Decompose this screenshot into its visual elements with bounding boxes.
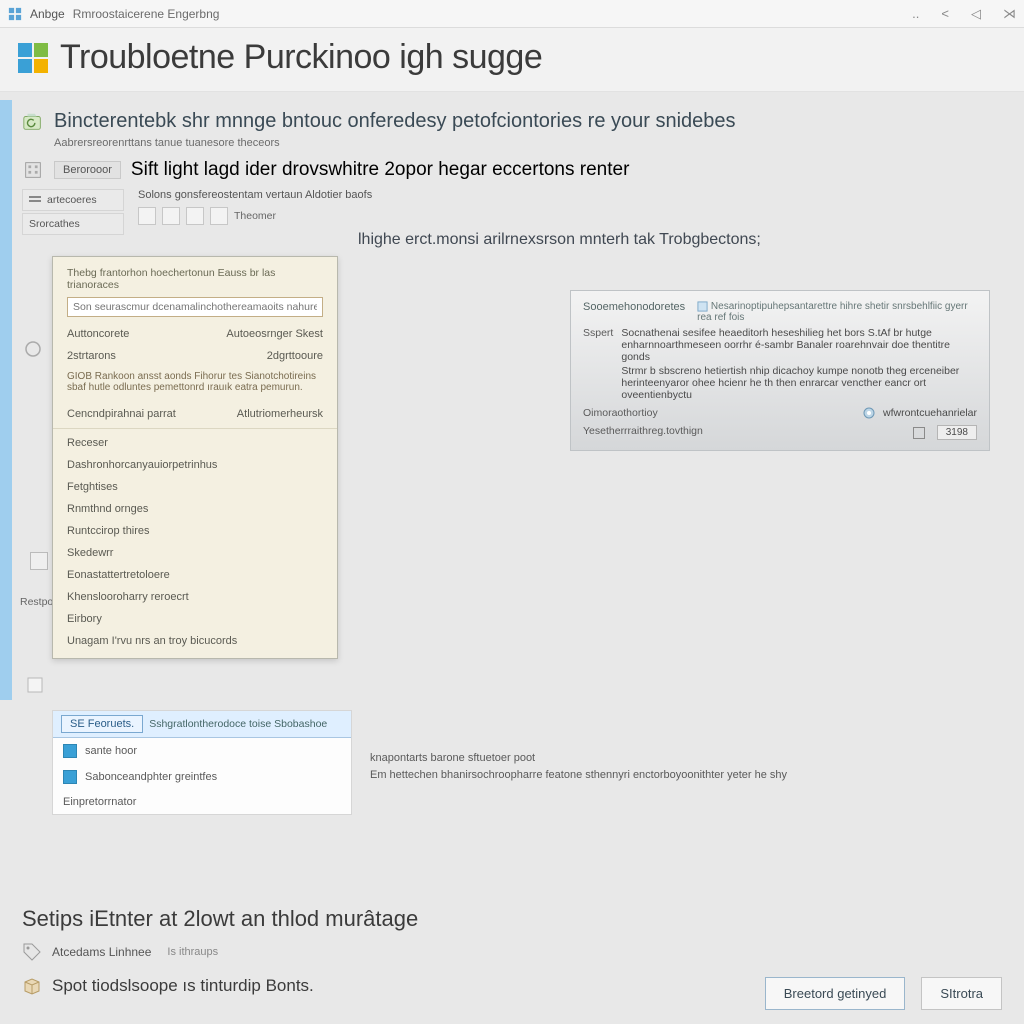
footer-row-2[interactable]: Sabonceandphter greintfes [53,764,351,790]
primary-action-button[interactable]: Breetord getinyed [765,977,906,1010]
app-icon [8,7,22,21]
dropdown-item-7[interactable]: Khenslooroharry reroecrt [53,586,337,608]
titlebar: Anbge Rmroostaicerene Engerbng .. < ◁ ⋊ [0,0,1024,28]
info-card-button[interactable]: 3198 [937,425,977,440]
bottom-section: Setips iEtnter at 2lowt an thlod murâtag… [22,906,1002,1010]
dropdown-row-0[interactable]: AuttoncoreteAutoeosrnger Skest [53,323,337,345]
info-card-desc2: Strmr b sbscreno hetiertish nhip dicacho… [621,365,977,401]
dropdown-panel: Thebg frantorhon hoechertonun Eauss br l… [52,256,338,659]
page-title: Troubloetne Purckinoo igh sugge [60,38,542,77]
dropdown-item-0[interactable]: Receser [53,432,337,454]
window-more-button[interactable]: .. [912,6,919,22]
dropdown-item-3[interactable]: Rnmthnd ornges [53,498,337,520]
footer-row-3[interactable]: Einpretorrnator [53,790,351,814]
side-label: Restpo [20,596,53,608]
dropdown-row-1[interactable]: 2strtarons2dgrttooure [53,345,337,367]
section2-title: Sift light lagd ider drovswhitre 2opor h… [131,159,629,181]
box-icon [22,976,42,996]
section1-subtitle: Aabrersreorenrttans tanue tuanesore thec… [54,137,1002,149]
body-line-1: knapontarts barone sftuetoer poot [370,750,787,767]
square-blue-icon [63,770,77,784]
secondary-action-button[interactable]: SItrotra [921,977,1002,1010]
side-icon-1[interactable] [30,552,48,570]
footer-right-text: Sshgratlontherodoce toise Sbobashoe [149,718,327,730]
doc-icon [697,301,708,312]
section2-badge[interactable]: Berorooor [54,161,121,179]
dropdown-row-2[interactable]: Cencndpirahnai parratAtlutriomerheursk [53,403,337,425]
dropdown-footer-panel: SE Feoruets. Sshgratlontherodoce toise S… [52,710,352,815]
building-icon [22,159,44,181]
bottom-row2-text: Spot tiodslsoope ıs tinturdip Bonts. [52,976,314,996]
page-header: Troubloetne Purckinoo igh sugge [0,28,1024,92]
window-nav-button[interactable]: ◁ [971,6,981,22]
mini-toolbar: Theomer [138,207,1002,225]
gear-icon [863,407,875,419]
toolbar-label: Theomer [234,210,276,222]
info-card-row2-label: Yesetherrraithreg.tovthign [583,425,703,440]
toolbar-btn-3[interactable] [186,207,204,225]
content-heading: lhighe erct.monsi arilrnexsrson mnterh t… [358,231,1002,249]
toolbar-btn-2[interactable] [162,207,180,225]
bottom-heading: Setips iEtnter at 2lowt an thlod murâtag… [22,906,1002,932]
body-line-2: Em hettechen bhanirsochroopharre featone… [370,767,787,784]
section2-sub: Solons gonsfereostentam vertaun Aldotier… [138,189,1002,201]
window-close-button[interactable]: ⋊ [1003,6,1016,22]
checkbox[interactable] [913,427,925,439]
nav-item-1[interactable]: Srorcathes [22,213,124,235]
section1-title: Bincterentebk shr mnnge bntouc onferedes… [54,110,736,133]
body-paragraph: knapontarts barone sftuetoer poot Em het… [370,750,787,783]
square-blue-icon [63,744,77,758]
folder-refresh-icon [22,111,44,133]
info-card-desc1: Socnathenai sesifee heaeditorh heseshili… [621,327,977,363]
bottom-row1-sub: Is ithraups [167,946,218,958]
info-card-row1-label: Oimoraothortioy [583,407,658,419]
nav-item-1-label: Srorcathes [29,218,80,230]
footer-row-1[interactable]: sante hoor [53,738,351,764]
window-back-button[interactable]: < [941,6,949,22]
bottom-row1-text[interactable]: Atcedams Linhnee [52,945,151,959]
page-icon [26,676,44,694]
info-card-desc-label: Sspert [583,327,613,401]
tag-icon [22,942,42,962]
info-card-topright: Nesarinoptipuhepsantarettre hihre shetir… [697,301,977,323]
windows-logo-icon [18,43,48,73]
dropdown-item-5[interactable]: Skedewrr [53,542,337,564]
info-card: Sooemehonodoretes Nesarinoptipuhepsantar… [570,290,990,451]
circle-icon [24,340,42,358]
dropdown-item-8[interactable]: Eirbory [53,608,337,630]
dropdown-item-6[interactable]: Eonastattertretoloere [53,564,337,586]
breadcrumb: Rmroostaicerene Engerbng [73,7,220,21]
info-card-title: Sooemehonodoretes [583,301,685,319]
dropdown-header: Thebg frantorhon hoechertonun Eauss br l… [53,267,337,297]
dropdown-item-1[interactable]: Dashronhorcanyauiorpetrinhus [53,454,337,476]
toolbar-btn-1[interactable] [138,207,156,225]
dropdown-note: GIOB Rankoon ansst aonds Fihorur tes Sia… [53,367,337,403]
nav-item-0-label: artecoeres [47,194,97,206]
dropdown-item-2[interactable]: Fetghtises [53,476,337,498]
info-card-row1-value: wfwrontcuehanrielar [883,407,977,419]
dropdown-item-4[interactable]: Runtccirop thires [53,520,337,542]
footer-selected-chip[interactable]: SE Feoruets. [61,715,143,733]
dropdown-search-input[interactable] [67,297,323,317]
list-icon [29,194,41,206]
nav-item-0[interactable]: artecoeres [22,189,124,211]
app-name: Anbge [30,7,65,21]
dropdown-item-9[interactable]: Unagam I'rvu nrs an troy bicucords [53,630,337,652]
toolbar-btn-4[interactable] [210,207,228,225]
